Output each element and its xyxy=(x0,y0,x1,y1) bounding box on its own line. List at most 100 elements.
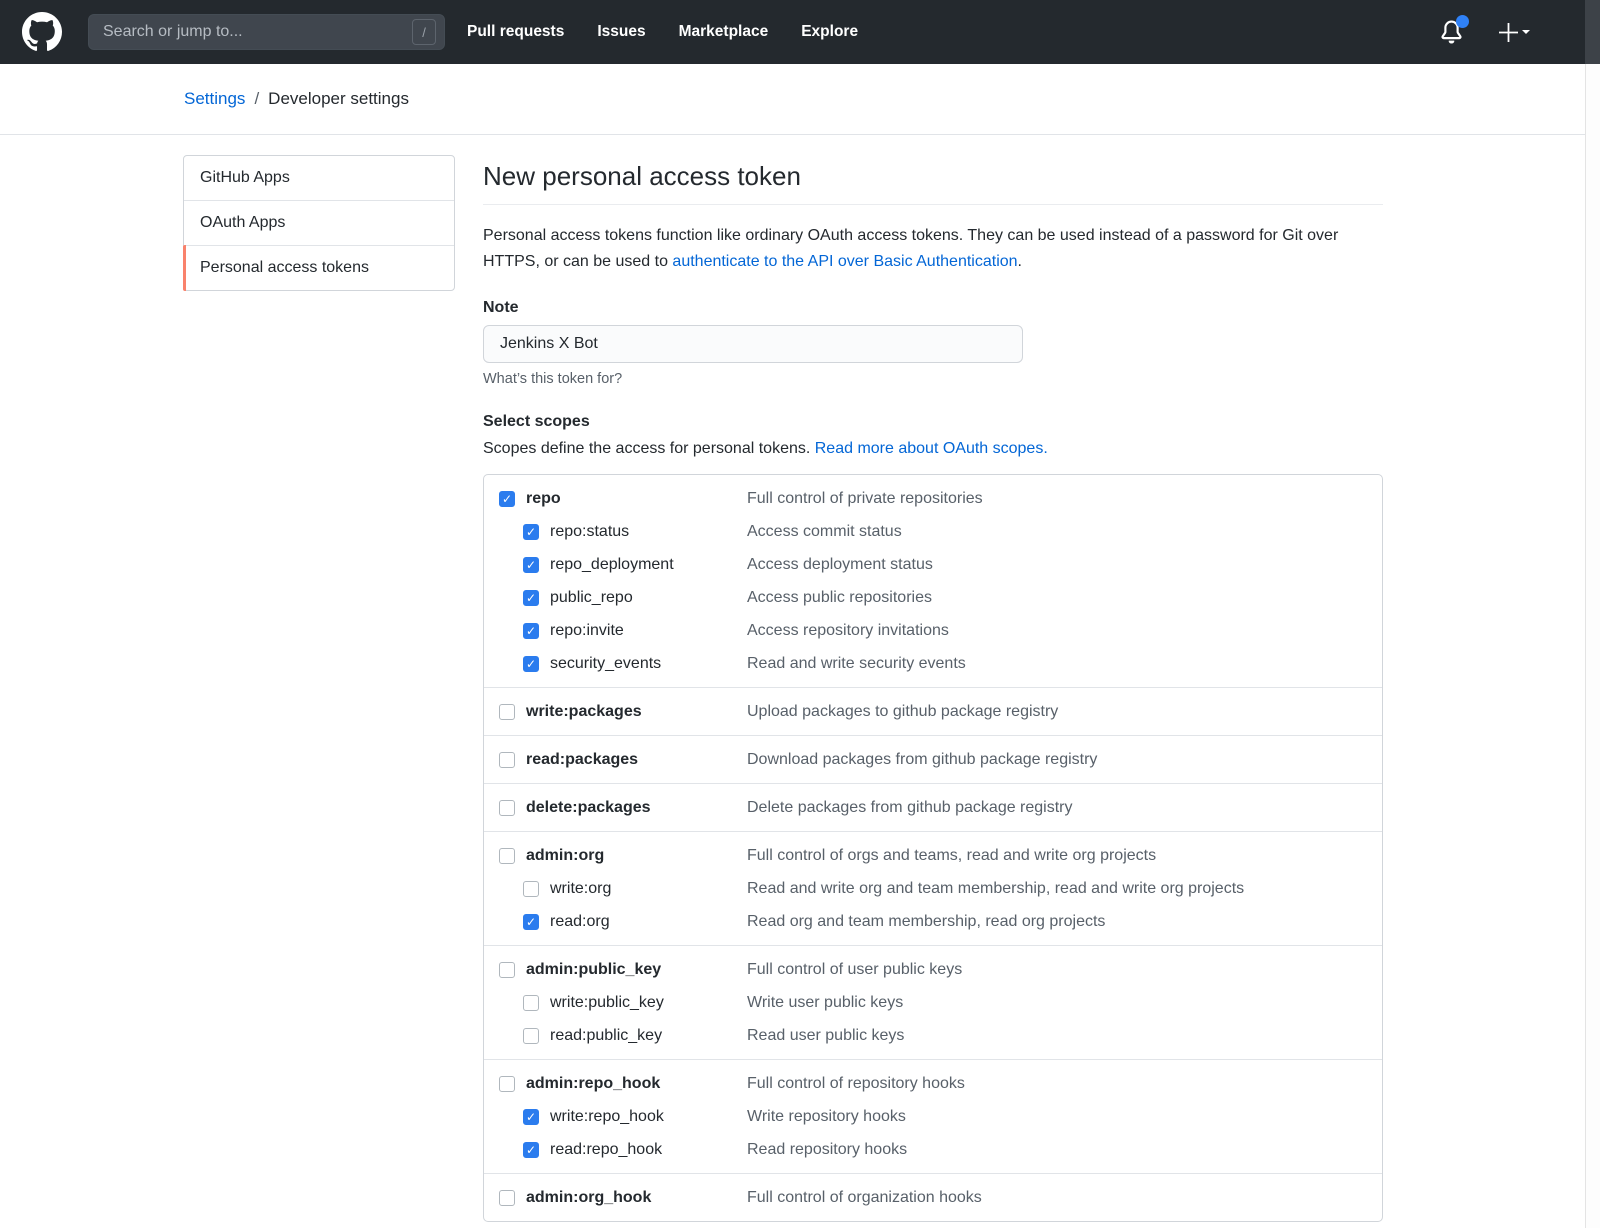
checkbox-delete-packages[interactable] xyxy=(499,800,515,816)
checkbox-write-packages[interactable] xyxy=(499,704,515,720)
create-new-button[interactable] xyxy=(1499,23,1530,42)
global-header: / Pull requestsIssuesMarketplaceExplore xyxy=(0,0,1600,64)
scope-group-read-packages: read:packagesDownload packages from gith… xyxy=(484,735,1382,783)
checkbox-write-org[interactable] xyxy=(523,881,539,897)
scope-group-admin-org-hook: admin:org_hook Full control of organizati… xyxy=(484,1173,1382,1221)
plus-icon xyxy=(1499,23,1518,42)
scope-label: repo:invite xyxy=(550,622,624,640)
scope-row-admin-repo-hook: admin:repo_hookFull control of repositor… xyxy=(484,1067,1382,1100)
checkbox-repo[interactable]: ✓ xyxy=(499,491,515,507)
scope-label: security_events xyxy=(550,655,661,673)
scope-row-repo-invite: ✓ repo:invite Access repository invitation… xyxy=(484,614,1382,647)
checkbox-security-events[interactable]: ✓ xyxy=(523,656,539,672)
checkbox-read-public-key[interactable] xyxy=(523,1028,539,1044)
scope-row-repo-status: ✓repo:statusAccess commit status xyxy=(484,515,1382,548)
scope-description: Access commit status xyxy=(747,523,902,541)
scope-label: read:org xyxy=(550,913,610,931)
scope-description: Upload packages to github package regist… xyxy=(747,703,1058,721)
scope-group-admin-repo-hook: admin:repo_hookFull control of repositor… xyxy=(484,1059,1382,1173)
search-input[interactable] xyxy=(103,23,412,41)
page-scrollbar[interactable] xyxy=(1585,0,1600,1228)
scope-row-write-public-key: write:public_keyWrite user public keys xyxy=(484,986,1382,1019)
github-logo-icon[interactable] xyxy=(22,12,62,52)
scope-description: Read org and team membership, read org p… xyxy=(747,913,1105,931)
nav-pull-requests[interactable]: Pull requests xyxy=(467,23,564,41)
chevron-down-icon xyxy=(1522,30,1530,38)
checkbox-read-repo-hook[interactable]: ✓ xyxy=(523,1142,539,1158)
note-input[interactable] xyxy=(483,325,1023,363)
scope-row-admin-org: admin:org Full control of orgs and teams,… xyxy=(484,839,1382,872)
scope-description: Full control of user public keys xyxy=(747,961,962,979)
checkbox-write-public-key[interactable] xyxy=(523,995,539,1011)
basic-auth-link[interactable]: authenticate to the API over Basic Authe… xyxy=(672,253,1017,270)
scope-label: write:packages xyxy=(526,703,642,721)
nav-explore[interactable]: Explore xyxy=(801,23,858,41)
scope-description: Read repository hooks xyxy=(747,1141,907,1159)
settings-sidebar: GitHub AppsOAuth AppsPersonal access tok… xyxy=(183,155,455,291)
breadcrumb-settings-link[interactable]: Settings xyxy=(184,89,245,109)
scope-row-delete-packages: delete:packages Delete packages from gith… xyxy=(484,791,1382,824)
note-helper-text: What’s this token for? xyxy=(483,371,1383,387)
note-label: Note xyxy=(483,299,1383,317)
checkbox-public-repo[interactable]: ✓ xyxy=(523,590,539,606)
scope-row-read-public-key: read:public_key Read user public keys xyxy=(484,1019,1382,1052)
scope-row-public-repo: ✓public_repoAccess public repositories xyxy=(484,581,1382,614)
checkbox-admin-org[interactable] xyxy=(499,848,515,864)
scopes-description-text: Scopes define the access for personal to… xyxy=(483,440,815,457)
scope-label: admin:org_hook xyxy=(526,1189,651,1207)
scope-row-security-events: ✓ security_events Read and write security … xyxy=(484,647,1382,680)
scope-description: Full control of orgs and teams, read and… xyxy=(747,847,1156,865)
scope-description: Read and write security events xyxy=(747,655,966,673)
scope-label: delete:packages xyxy=(526,799,651,817)
scope-label: write:public_key xyxy=(550,994,664,1012)
scope-group-write-packages: write:packages Upload packages to github … xyxy=(484,687,1382,735)
checkbox-read-org[interactable]: ✓ xyxy=(523,914,539,930)
scopes-description: Scopes define the access for personal to… xyxy=(483,440,1383,458)
nav-issues[interactable]: Issues xyxy=(597,23,645,41)
checkbox-admin-public-key[interactable] xyxy=(499,962,515,978)
scope-row-read-packages: read:packagesDownload packages from gith… xyxy=(484,743,1382,776)
checkbox-read-packages[interactable] xyxy=(499,752,515,768)
scope-description: Download packages from github package re… xyxy=(747,751,1097,769)
scopes-box: ✓repoFull control of private repositorie… xyxy=(483,474,1383,1222)
scope-description: Full control of organization hooks xyxy=(747,1189,982,1207)
nav-marketplace[interactable]: Marketplace xyxy=(679,23,769,41)
scope-group-repo: ✓repoFull control of private repositorie… xyxy=(484,475,1382,687)
sidebar-item-github-apps[interactable]: GitHub Apps xyxy=(184,156,454,200)
scope-description: Access repository invitations xyxy=(747,622,949,640)
notifications-button[interactable] xyxy=(1440,20,1463,44)
scope-label: admin:org xyxy=(526,847,604,865)
scope-label: write:repo_hook xyxy=(550,1108,664,1126)
scope-row-repo-deployment: ✓repo_deploymentAccess deployment status xyxy=(484,548,1382,581)
scope-label: read:public_key xyxy=(550,1027,662,1045)
scope-description: Delete packages from github package regi… xyxy=(747,799,1073,817)
breadcrumb: Settings / Developer settings xyxy=(0,64,1600,135)
breadcrumb-separator: / xyxy=(254,89,259,109)
scope-row-write-repo-hook: ✓ write:repo_hook Write repository hooks xyxy=(484,1100,1382,1133)
oauth-scopes-link[interactable]: Read more about OAuth scopes. xyxy=(815,440,1048,457)
checkbox-admin-repo-hook[interactable] xyxy=(499,1076,515,1092)
checkbox-repo-deployment[interactable]: ✓ xyxy=(523,557,539,573)
checkbox-admin-org-hook[interactable] xyxy=(499,1190,515,1206)
scope-label: write:org xyxy=(550,880,611,898)
main-panel: New personal access token Personal acces… xyxy=(483,155,1383,1222)
scrollbar-header-segment xyxy=(1585,0,1600,64)
scope-description: Full control of private repositories xyxy=(747,490,983,508)
scope-description: Read user public keys xyxy=(747,1027,904,1045)
scope-label: admin:repo_hook xyxy=(526,1075,660,1093)
checkbox-write-repo-hook[interactable]: ✓ xyxy=(523,1109,539,1125)
scope-group-admin-org: admin:org Full control of orgs and teams,… xyxy=(484,831,1382,945)
checkbox-repo-status[interactable]: ✓ xyxy=(523,524,539,540)
scope-row-admin-org-hook: admin:org_hook Full control of organizati… xyxy=(484,1181,1382,1214)
intro-paragraph: Personal access tokens function like ord… xyxy=(483,223,1383,275)
checkbox-repo-invite[interactable]: ✓ xyxy=(523,623,539,639)
scope-label: admin:public_key xyxy=(526,961,661,979)
scope-description: Write repository hooks xyxy=(747,1108,906,1126)
global-nav: Pull requests Issues Marketplace Explore xyxy=(467,23,858,41)
scope-row-read-org: ✓ read:org Read org and team membership, r… xyxy=(484,905,1382,938)
select-scopes-heading: Select scopes xyxy=(483,413,1383,431)
page-title: New personal access token xyxy=(483,161,1383,205)
sidebar-item-personal-access-tokens[interactable]: Personal access tokens xyxy=(184,245,454,290)
sidebar-item-oauth-apps[interactable]: OAuth Apps xyxy=(184,200,454,245)
scope-row-repo: ✓repoFull control of private repositorie… xyxy=(484,482,1382,515)
